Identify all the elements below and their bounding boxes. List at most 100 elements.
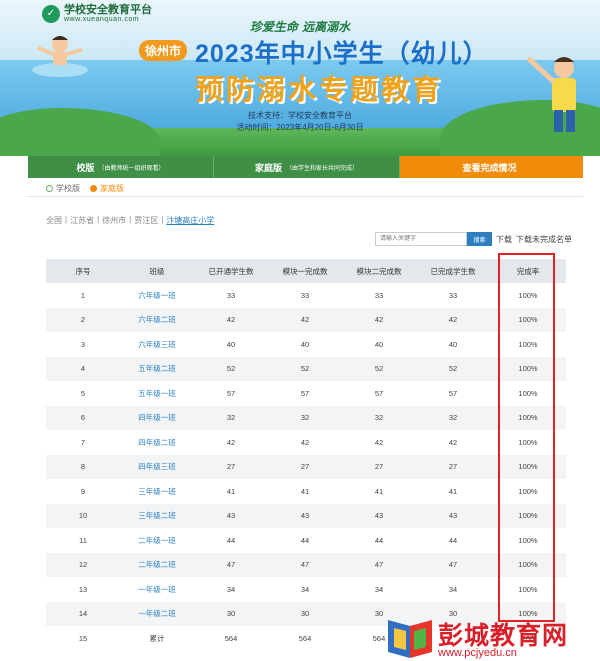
table-cell: 4: [80, 364, 86, 374]
table-cell: 43: [448, 511, 458, 521]
table-cell: 57: [300, 388, 310, 398]
breadcrumb-item[interactable]: 徐州市: [102, 215, 126, 226]
tab-school-version[interactable]: 校版 （由教师统一组织观看）: [28, 156, 214, 178]
download-link[interactable]: 下载: [496, 234, 512, 245]
download-unfinished-link[interactable]: 下载未完成名单: [516, 234, 572, 245]
table-row: 4 五年级二班 52 52 52 52 100%: [46, 356, 566, 382]
table-cell: 100%: [518, 339, 538, 349]
table-row: 9 三年级一班 41 41 41 41 100%: [46, 479, 566, 504]
table-cell: 100%: [518, 388, 538, 398]
table-row: 3 六年级三班 40 40 40 40 100%: [46, 332, 566, 357]
table-cell: 1: [80, 290, 86, 300]
class-name-link[interactable]: 六年级一班: [120, 283, 194, 308]
table-cell: 40: [374, 339, 384, 349]
table-cell: 34: [226, 584, 236, 594]
table-row: 7 四年级二班 42 42 42 42 100%: [46, 430, 566, 455]
table-cell: 52: [374, 364, 384, 374]
table-cell: 100%: [518, 560, 538, 570]
tab-family-version[interactable]: 家庭版 （由学生和家长共同完成）: [214, 156, 400, 178]
table-cell: 30: [226, 609, 236, 619]
table-row: 1 六年级一班 33 33 33 33 100%: [46, 283, 566, 308]
radio-label: 学校版: [56, 184, 80, 193]
breadcrumb-separator: |: [97, 215, 100, 224]
table-cell: 5: [80, 388, 86, 398]
table-cell: 33: [374, 290, 384, 300]
table-cell: 564: [298, 633, 312, 643]
table-cell: 47: [374, 560, 384, 570]
column-header: 已开通学生数: [208, 266, 254, 276]
class-name-link[interactable]: 六年级二班: [120, 308, 194, 333]
class-name-link[interactable]: 一年级二班: [120, 602, 194, 627]
table-cell: 32: [226, 413, 236, 423]
table-cell: 100%: [518, 437, 538, 447]
table-row: 5 五年级一班 57 57 57 57 100%: [46, 381, 566, 406]
banner: ✓ 学校安全教育平台 www.xueanquan.com 珍爱生命 远离溺水 徐…: [0, 0, 600, 156]
table-cell: 34: [448, 584, 458, 594]
tab-note: （由学生和家长共同完成）: [286, 165, 359, 172]
table-cell: 33: [226, 290, 236, 300]
table-cell: 40: [448, 339, 458, 349]
column-header: 完成率: [516, 266, 540, 276]
table-cell: 43: [374, 511, 384, 521]
column-header: 班级: [149, 266, 165, 276]
table-cell: 57: [374, 388, 384, 398]
class-name-link[interactable]: 二年级一班: [120, 528, 194, 553]
table-cell: 11: [79, 535, 87, 545]
breadcrumb-item[interactable]: 全国: [46, 215, 62, 226]
table-cell: 10: [78, 511, 88, 521]
class-name-link[interactable]: 四年级三班: [120, 455, 194, 480]
breadcrumb-separator: |: [161, 215, 164, 224]
class-name-link[interactable]: 二年级二班: [120, 553, 194, 578]
search-input[interactable]: [375, 232, 467, 246]
table-cell: 13: [78, 584, 88, 594]
table-cell: 100%: [518, 535, 538, 545]
table-cell: 12: [78, 560, 88, 570]
completion-table: 序号 班级 已开通学生数 模块一完成数 模块二完成数 已完成学生数 完成率 1 六年级一班 33…: [46, 259, 566, 651]
class-name-link[interactable]: 五年级一班: [120, 381, 194, 406]
search-bar: 搜索 下载 下载未完成名单: [375, 232, 572, 246]
class-name-link[interactable]: 六年级三班: [120, 332, 194, 357]
class-name-link[interactable]: 五年级二班: [120, 357, 194, 382]
table-cell: 42: [374, 437, 384, 447]
table-cell: 2: [80, 315, 86, 325]
class-name-link[interactable]: 三年级二班: [120, 504, 194, 529]
class-name-link[interactable]: 一年级一班: [120, 577, 194, 602]
radio-school-version[interactable]: 学校版: [46, 183, 80, 194]
table-cell: 42: [226, 437, 236, 447]
breadcrumb-current-school[interactable]: 汴塘高庄小学: [166, 215, 214, 226]
tech-support-text: 技术支持：学校安全教育平台: [248, 111, 352, 120]
table-cell: 15: [78, 633, 88, 643]
column-header: 已完成学生数: [430, 266, 476, 276]
table-cell: 564: [224, 633, 238, 643]
class-name-link[interactable]: 三年级一班: [120, 479, 194, 504]
table-cell: 100%: [518, 486, 538, 496]
radio-label: 家庭版: [100, 184, 124, 193]
breadcrumb-item[interactable]: 江苏省: [70, 215, 94, 226]
table-cell: 52: [448, 364, 458, 374]
class-name-link[interactable]: 四年级二班: [120, 430, 194, 455]
class-name-link[interactable]: 四年级一班: [120, 406, 194, 431]
tab-note: （由教师统一组织观看）: [98, 165, 165, 172]
table-cell: 40: [300, 339, 310, 349]
table-cell: 57: [226, 388, 236, 398]
logo-text: 学校安全教育平台: [64, 4, 152, 16]
radio-family-version[interactable]: 家庭版: [90, 183, 124, 194]
table-row: 6 四年级一班 32 32 32 32 100%: [46, 405, 566, 431]
breadcrumb-item[interactable]: 贾汪区: [134, 215, 158, 226]
table-cell: 34: [374, 584, 384, 594]
table-cell: 47: [448, 560, 458, 570]
book-logo-icon: [388, 620, 432, 658]
search-button[interactable]: 搜索: [467, 232, 492, 246]
table-row: 12 二年级二班 47 47 47 47 100%: [46, 552, 566, 578]
table-cell: 7: [80, 437, 86, 447]
table-cell: 47: [226, 560, 236, 570]
table-cell: 47: [300, 560, 310, 570]
table-cell: 44: [226, 535, 236, 545]
table-cell: 43: [300, 511, 310, 521]
breadcrumb-separator: |: [65, 215, 68, 224]
table-cell: 33: [448, 290, 458, 300]
table-cell: 100%: [518, 315, 538, 325]
table-cell: 100%: [518, 290, 538, 300]
tab-view-completion[interactable]: 查看完成情况: [400, 156, 583, 178]
table-cell: 41: [374, 486, 384, 496]
